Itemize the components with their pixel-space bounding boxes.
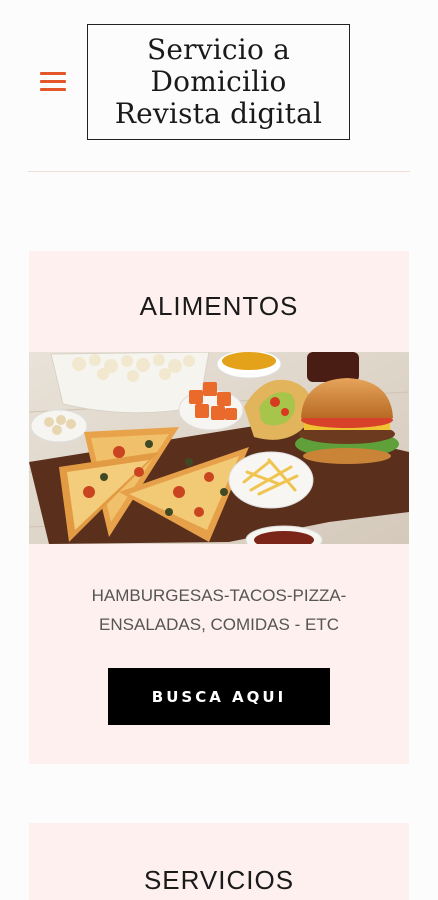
- page: Servicio a Domicilio Revista digital ALI…: [0, 0, 438, 900]
- services-section-card: SERVICIOS: [29, 823, 409, 900]
- site-title-line-2: Domicilio: [150, 65, 287, 98]
- search-here-button[interactable]: BUSCA AQUI: [108, 668, 330, 725]
- site-logo[interactable]: Servicio a Domicilio Revista digital: [87, 24, 350, 140]
- food-section-card: ALIMENTOS HAMBURGESAS-TACOS-PIZZA- ENSAL…: [29, 251, 409, 764]
- site-title-line-3: Revista digital: [114, 97, 323, 130]
- hamburger-menu-icon[interactable]: [40, 72, 66, 94]
- food-description-line-2: ENSALADAS, COMIDAS - ETC: [99, 615, 339, 634]
- food-description-line-1: HAMBURGESAS-TACOS-PIZZA-: [91, 586, 347, 605]
- site-title: Servicio a Domicilio Revista digital: [115, 34, 322, 130]
- food-image: [29, 352, 409, 544]
- services-section-title: SERVICIOS: [143, 865, 295, 895]
- site-title-line-1: Servicio a: [147, 33, 290, 66]
- food-section-description: HAMBURGESAS-TACOS-PIZZA- ENSALADAS, COMI…: [49, 581, 389, 639]
- header-divider: [28, 171, 410, 172]
- food-section-title: ALIMENTOS: [139, 291, 299, 321]
